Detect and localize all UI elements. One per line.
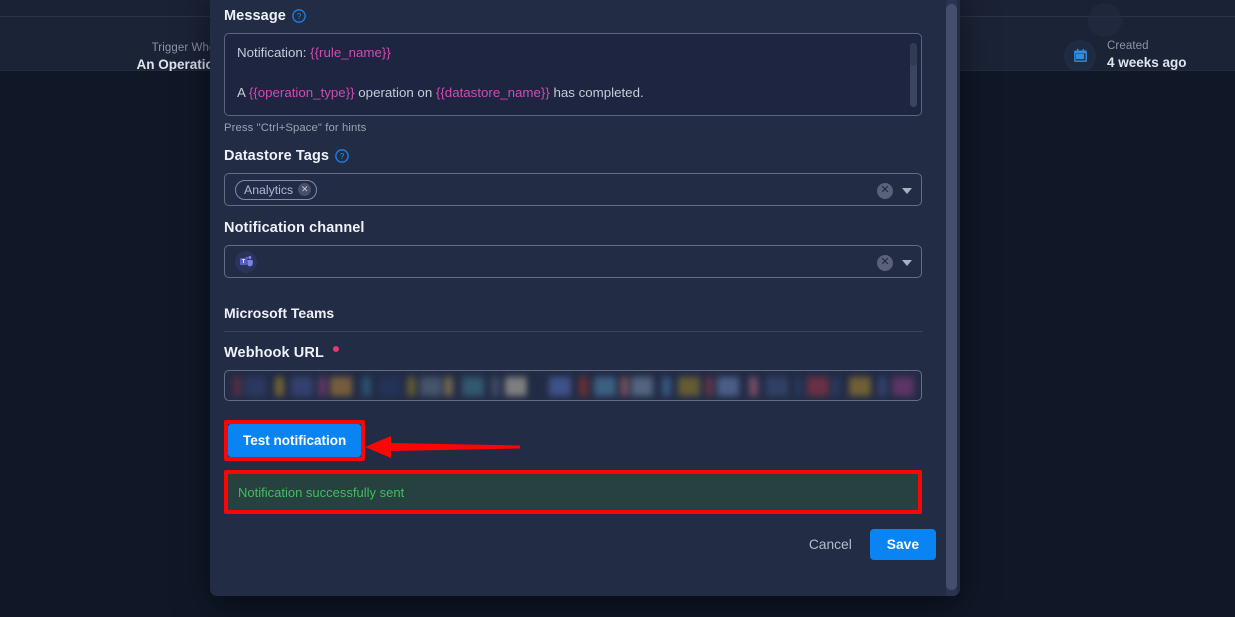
required-indicator xyxy=(332,346,339,352)
chevron-down-icon[interactable] xyxy=(902,187,912,194)
redacted-block xyxy=(233,377,242,396)
redacted-block xyxy=(530,377,539,396)
message-line2-b: operation on xyxy=(354,85,436,100)
trigger-when-block: Trigger When An Operation xyxy=(6,41,222,74)
redacted-block xyxy=(878,377,887,396)
datastore-tags-label: Datastore Tags xyxy=(224,148,330,164)
success-message-highlight: Notification successfully sent xyxy=(224,470,922,514)
dialog-body: Message ? Notification: {{rule_name}} A … xyxy=(210,0,946,596)
message-textarea[interactable]: Notification: {{rule_name}} A {{operatio… xyxy=(224,33,922,116)
redacted-block xyxy=(579,377,588,396)
webhook-url-label-row: Webhook URL xyxy=(224,345,922,361)
created-label: Created xyxy=(1107,40,1149,52)
datastore-tags-field: Datastore Tags ? Analytics ✕ ✕ xyxy=(224,148,922,206)
redacted-block xyxy=(379,377,401,396)
tag-chip-label: Analytics xyxy=(244,182,294,197)
background-ghost-avatar-right xyxy=(1088,3,1122,37)
message-line-1: Notification: {{rule_name}} xyxy=(237,43,909,63)
redacted-block xyxy=(631,377,653,396)
redacted-block xyxy=(892,377,914,396)
redacted-block xyxy=(291,377,313,396)
message-line-2: A {{operation_type}} operation on {{data… xyxy=(237,83,909,103)
redacted-block xyxy=(330,377,352,396)
message-label-row: Message ? xyxy=(224,8,922,24)
svg-text:?: ? xyxy=(297,12,302,21)
redacted-block xyxy=(549,377,571,396)
message-line2-c: has completed. xyxy=(549,85,644,100)
redacted-block xyxy=(505,377,527,396)
test-notification-highlight: Test notification xyxy=(224,420,366,461)
created-block: Created 4 weeks ago xyxy=(1064,39,1187,72)
datastore-tags-select[interactable]: Analytics ✕ ✕ xyxy=(224,173,922,206)
redacted-block xyxy=(620,377,629,396)
notification-rule-dialog: Message ? Notification: {{rule_name}} A … xyxy=(210,0,960,596)
help-circle-icon[interactable]: ? xyxy=(335,149,349,163)
redacted-block xyxy=(407,377,416,396)
close-icon[interactable]: ✕ xyxy=(298,183,312,196)
svg-text:?: ? xyxy=(340,152,345,161)
redacted-block xyxy=(275,377,284,396)
redacted-block xyxy=(766,377,788,396)
redacted-block xyxy=(491,377,500,396)
redacted-block xyxy=(244,377,266,396)
redacted-block xyxy=(362,377,371,396)
redacted-block xyxy=(462,377,484,396)
microsoft-teams-icon: T xyxy=(235,250,257,273)
redacted-block xyxy=(318,377,327,396)
save-button[interactable]: Save xyxy=(869,529,936,560)
success-message-box: Notification successfully sent xyxy=(228,474,918,510)
redacted-block xyxy=(678,377,700,396)
datastore-tags-actions: ✕ xyxy=(877,174,912,207)
section-divider xyxy=(224,331,922,332)
svg-text:T: T xyxy=(241,259,244,265)
redacted-block xyxy=(444,377,453,396)
message-line1-prefix: Notification: xyxy=(237,45,311,60)
redacted-block xyxy=(807,377,829,396)
webhook-url-label: Webhook URL xyxy=(224,345,324,361)
notification-channel-field: Notification channel T ✕ xyxy=(224,220,922,278)
message-field: Message ? Notification: {{rule_name}} A … xyxy=(224,8,922,134)
success-message-text: Notification successfully sent xyxy=(238,484,405,500)
redacted-block xyxy=(662,377,671,396)
datastore-tags-label-row: Datastore Tags ? xyxy=(224,148,922,164)
notification-channel-label: Notification channel xyxy=(224,220,365,236)
webhook-url-input[interactable] xyxy=(224,370,922,401)
redacted-block xyxy=(420,377,442,396)
message-line2-a: A xyxy=(237,85,249,100)
webhook-url-field: Webhook URL xyxy=(224,345,922,401)
redacted-block xyxy=(849,377,871,396)
dialog-scrollbar-thumb[interactable] xyxy=(946,4,957,590)
test-notification-button[interactable]: Test notification xyxy=(228,424,362,457)
annotation-arrow-icon xyxy=(365,436,520,458)
chevron-down-icon[interactable] xyxy=(902,259,912,266)
cancel-button[interactable]: Cancel xyxy=(805,531,856,558)
dialog-footer: Cancel Save xyxy=(224,529,936,560)
notification-channel-select[interactable]: T ✕ xyxy=(224,245,922,278)
message-scrollbar-thumb[interactable] xyxy=(910,43,917,107)
created-value: 4 weeks ago xyxy=(1107,55,1187,70)
tag-chip[interactable]: Analytics ✕ xyxy=(235,179,318,200)
redacted-block xyxy=(717,377,739,396)
message-line1-variable: {{rule_name}} xyxy=(310,45,391,60)
clear-circle-icon[interactable]: ✕ xyxy=(877,182,893,199)
redacted-block xyxy=(705,377,714,396)
message-line2-variable-datastore: {{datastore_name}} xyxy=(435,85,550,100)
help-circle-icon[interactable]: ? xyxy=(292,9,306,23)
message-line2-variable-operation: {{operation_type}} xyxy=(248,85,355,100)
message-hint: Press "Ctrl+Space" for hints xyxy=(224,122,367,134)
notification-channel-actions: ✕ xyxy=(877,246,912,279)
redacted-block xyxy=(594,377,616,396)
clear-circle-icon[interactable]: ✕ xyxy=(877,254,893,271)
redacted-block xyxy=(749,377,758,396)
redacted-block xyxy=(831,377,840,396)
notification-channel-label-row: Notification channel xyxy=(224,220,922,236)
calendar-icon xyxy=(1064,39,1096,72)
section-title-microsoft-teams: Microsoft Teams xyxy=(224,305,335,321)
redacted-block xyxy=(794,377,803,396)
message-label: Message xyxy=(224,8,286,24)
